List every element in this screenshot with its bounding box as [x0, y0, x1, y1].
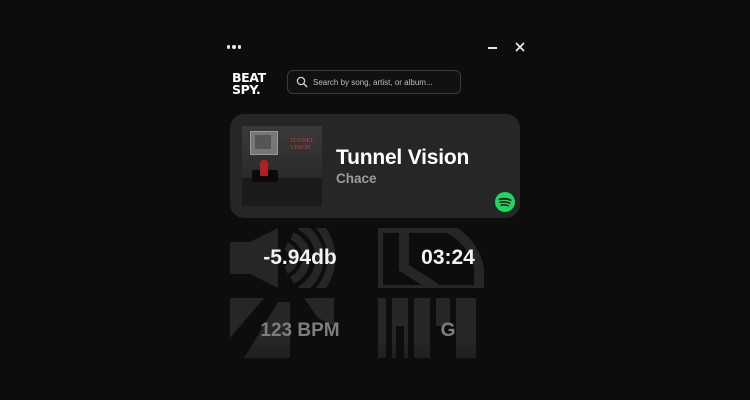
close-icon[interactable]: [512, 39, 528, 55]
title-bar: [220, 30, 530, 64]
loudness-stat: -5.94db: [230, 228, 380, 288]
album-art[interactable]: TUNNEL VISION: [242, 126, 322, 206]
search-input[interactable]: [313, 77, 453, 87]
tempo-stat: 123 BPM: [230, 298, 380, 358]
duration-stat: 03:24: [378, 228, 528, 288]
minimize-icon[interactable]: [485, 39, 501, 55]
app-logo: BEAT SPY.: [232, 72, 280, 98]
loudness-value: -5.94db: [263, 246, 337, 269]
tempo-value: 123 BPM: [260, 320, 340, 341]
logo-line-2: SPY.: [232, 81, 261, 97]
now-playing-card[interactable]: TUNNEL VISION Tunnel Vision Chace: [230, 114, 520, 218]
key-stat: G: [378, 298, 528, 358]
duration-value: 03:24: [421, 246, 475, 269]
key-value: G: [440, 320, 456, 341]
search-icon: [296, 76, 308, 88]
ellipsis-icon[interactable]: [227, 40, 245, 54]
track-artist[interactable]: Chace: [336, 171, 377, 186]
search-box[interactable]: [287, 70, 461, 94]
app-window: BEAT SPY. TUNNEL VISION Tunnel Vision Ch…: [220, 30, 530, 400]
album-art-text: TUNNEL VISION: [290, 138, 314, 151]
spotify-icon[interactable]: [495, 192, 515, 212]
track-title: Tunnel Vision: [336, 146, 470, 169]
